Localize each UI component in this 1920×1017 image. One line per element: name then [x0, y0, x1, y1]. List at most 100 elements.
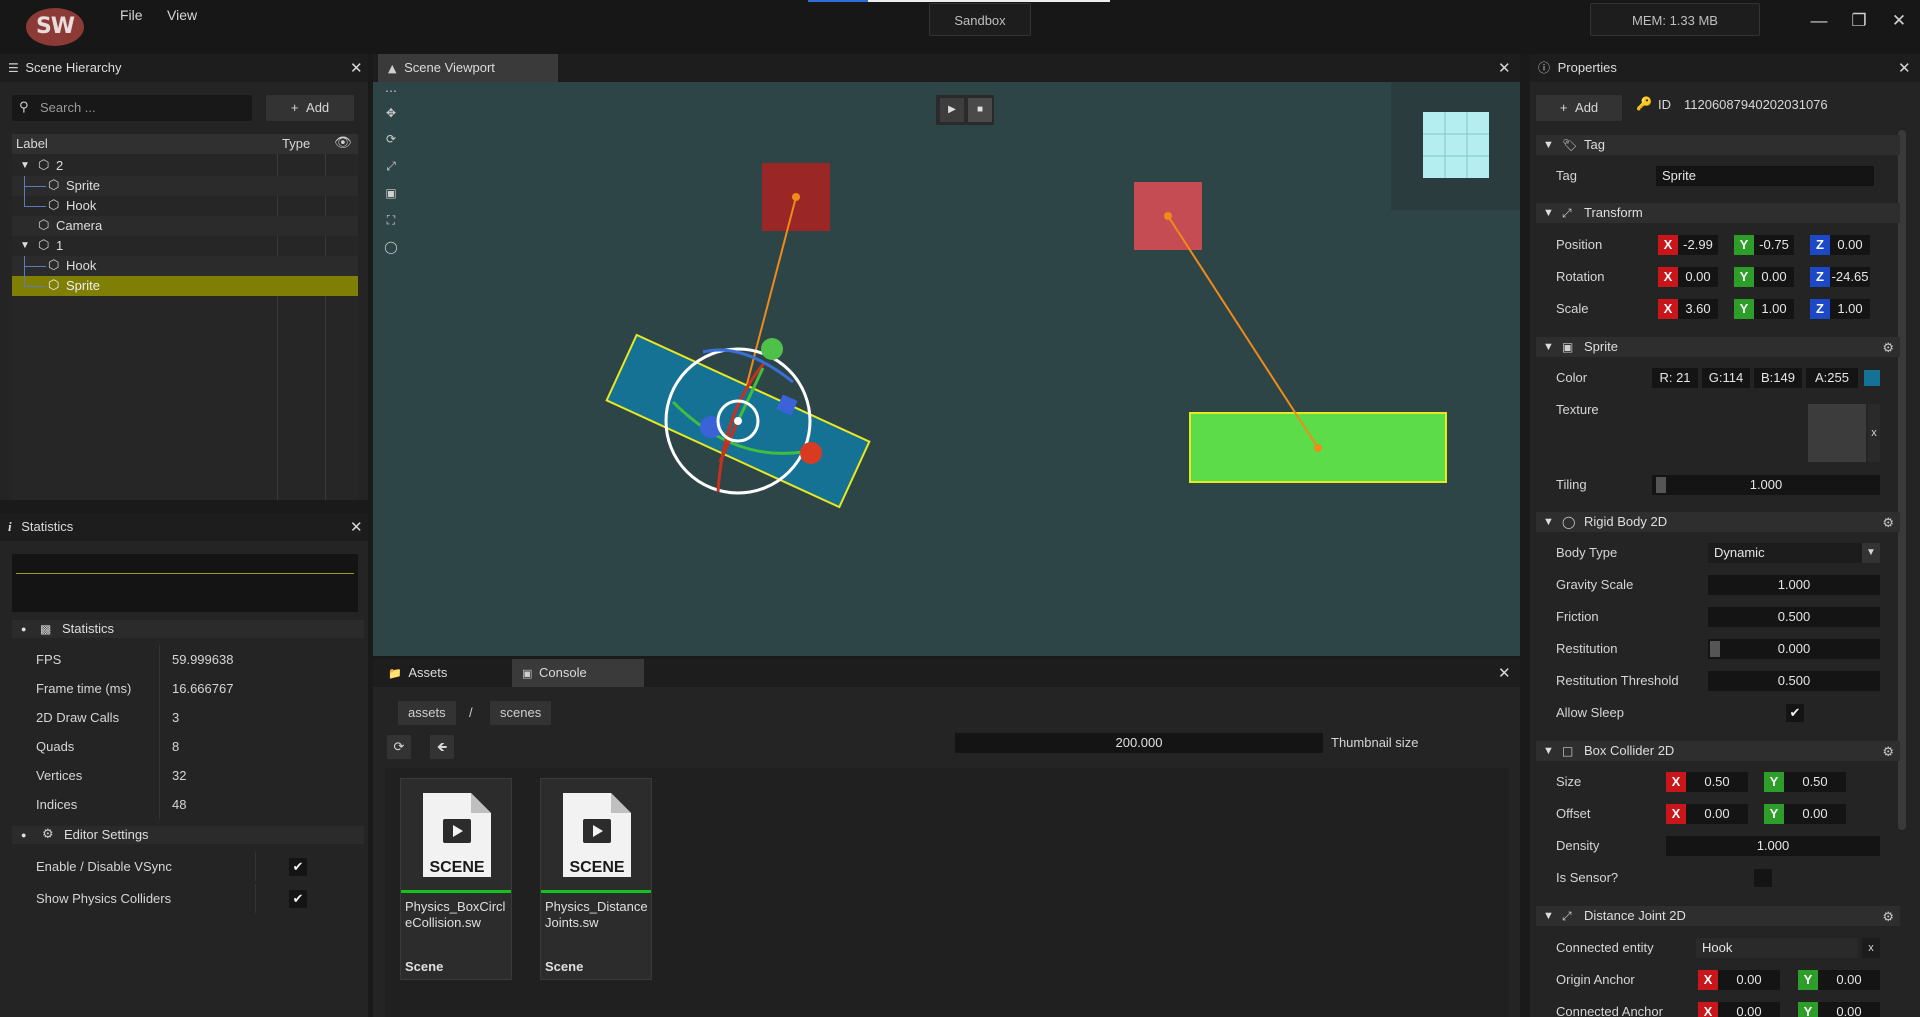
refresh-icon[interactable]: ⟳: [387, 735, 411, 759]
origin-y-button[interactable]: Y: [1798, 970, 1818, 990]
conn-anchor-x-input[interactable]: 0.00: [1718, 1002, 1780, 1017]
conn-anchor-x-button[interactable]: X: [1698, 1002, 1718, 1017]
thumbnail-size-slider[interactable]: 200.000: [955, 733, 1323, 753]
distancejoint-section-header[interactable]: ▼ ⤢ Distance Joint 2D ⚙: [1536, 906, 1900, 926]
translate-tool-icon[interactable]: ✥: [384, 106, 398, 120]
conn-anchor-y-input[interactable]: 0.00: [1818, 1002, 1880, 1017]
color-a-input[interactable]: A:255: [1806, 368, 1858, 388]
visibility-eye-icon[interactable]: 👁: [334, 135, 352, 151]
physics-colliders-checkbox[interactable]: ✔: [289, 890, 307, 908]
position-x-button[interactable]: X: [1658, 235, 1678, 255]
asset-card[interactable]: SCENE Physics_BoxCircleCollision.sw Scen…: [400, 778, 512, 980]
tiling-slider[interactable]: 1.000: [1652, 475, 1880, 495]
density-input[interactable]: 1.000: [1666, 836, 1880, 856]
origin-x-input[interactable]: 0.00: [1718, 970, 1780, 990]
more-options-icon[interactable]: ⋯: [384, 84, 398, 98]
sprite-section-header[interactable]: ▼ ▣ Sprite ⚙: [1536, 337, 1900, 357]
rotation-z-input[interactable]: -24.65: [1830, 267, 1870, 287]
position-x-input[interactable]: -2.99: [1678, 235, 1718, 255]
offset-y-button[interactable]: Y: [1764, 804, 1784, 824]
position-y-input[interactable]: -0.75: [1754, 235, 1794, 255]
restitution-slider-handle[interactable]: [1710, 641, 1720, 657]
vsync-checkbox[interactable]: ✔: [289, 858, 307, 876]
connected-entity-field[interactable]: Hook: [1696, 938, 1858, 958]
tab-assets[interactable]: 📁 Assets: [378, 659, 508, 687]
fit-view-icon[interactable]: ⛶: [384, 213, 398, 227]
origin-y-input[interactable]: 0.00: [1818, 970, 1880, 990]
play-button[interactable]: ▶: [940, 98, 964, 122]
color-b-input[interactable]: B:149: [1754, 368, 1802, 388]
breadcrumb-scenes[interactable]: scenes: [490, 701, 552, 725]
distancejoint-settings-gear-icon[interactable]: ⚙: [1882, 907, 1894, 927]
menu-file[interactable]: File: [120, 7, 143, 23]
collapse-arrow-icon[interactable]: ▼: [1543, 337, 1554, 357]
origin-x-button[interactable]: X: [1698, 970, 1718, 990]
expand-arrow-icon[interactable]: ▼: [20, 156, 30, 176]
asset-card[interactable]: SCENE Physics_DistanceJoints.sw Scene: [540, 778, 652, 980]
dropdown-arrow-icon[interactable]: ▼: [1862, 543, 1880, 563]
boxcollider-settings-gear-icon[interactable]: ⚙: [1882, 742, 1894, 762]
position-z-input[interactable]: 0.00: [1830, 235, 1870, 255]
scale-tool-icon[interactable]: ⤢: [384, 159, 398, 173]
tree-row-entity-1[interactable]: ▼ ⬡ 1: [12, 236, 358, 256]
close-properties-icon[interactable]: ✕: [1898, 59, 1911, 77]
scale-x-input[interactable]: 3.60: [1678, 299, 1718, 319]
menu-view[interactable]: View: [167, 7, 197, 23]
scale-x-button[interactable]: X: [1658, 299, 1678, 319]
color-r-input[interactable]: R: 21: [1652, 368, 1698, 388]
rotation-x-button[interactable]: X: [1658, 267, 1678, 287]
tiling-slider-handle[interactable]: [1656, 477, 1666, 493]
size-y-button[interactable]: Y: [1764, 772, 1784, 792]
rotate-tool-icon[interactable]: ⟳: [384, 132, 398, 146]
maximize-icon[interactable]: ❐: [1848, 10, 1870, 32]
position-z-button[interactable]: Z: [1810, 235, 1830, 255]
sprite-settings-gear-icon[interactable]: ⚙: [1882, 338, 1894, 358]
size-y-input[interactable]: 0.50: [1784, 772, 1846, 792]
tab-scene-viewport[interactable]: ▲ Scene Viewport: [378, 54, 558, 82]
minimize-icon[interactable]: —: [1808, 10, 1830, 32]
collapse-arrow-icon[interactable]: ▼: [1543, 203, 1554, 223]
threshold-input[interactable]: 0.500: [1708, 671, 1880, 691]
close-hierarchy-icon[interactable]: ✕: [350, 59, 363, 77]
rotation-y-button[interactable]: Y: [1734, 267, 1754, 287]
close-icon[interactable]: ✕: [1888, 10, 1910, 32]
rigidbody-settings-gear-icon[interactable]: ⚙: [1882, 513, 1894, 533]
boxcollider-section-header[interactable]: ▼ □ Box Collider 2D ⚙: [1536, 741, 1900, 761]
add-component-button[interactable]: + Add: [1536, 95, 1622, 121]
tree-row-sprite-selected[interactable]: ⬡ Sprite: [12, 276, 358, 296]
tree-row-sprite[interactable]: ⬡ Sprite: [12, 176, 358, 196]
tree-row-hook[interactable]: ⬡ Hook: [12, 196, 358, 216]
tag-section-header[interactable]: ▼ 🏷 Tag: [1536, 135, 1900, 155]
tree-row-entity-2[interactable]: ▼ ⬡ 2: [12, 156, 358, 176]
statistics-section-header[interactable]: ● ▩ Statistics: [12, 620, 364, 638]
transform-section-header[interactable]: ▼ ⤢ Transform: [1536, 203, 1900, 223]
collapse-arrow-icon[interactable]: ▼: [1543, 741, 1554, 761]
hierarchy-search-input[interactable]: Search ...: [12, 95, 252, 121]
tree-row-hook[interactable]: ⬡ Hook: [12, 256, 358, 276]
rotation-z-button[interactable]: Z: [1810, 267, 1830, 287]
scene-viewport-canvas[interactable]: [373, 82, 1520, 656]
collapse-arrow-icon[interactable]: ▼: [1543, 906, 1554, 926]
scale-y-button[interactable]: Y: [1734, 299, 1754, 319]
sensor-checkbox[interactable]: [1754, 869, 1772, 887]
offset-y-input[interactable]: 0.00: [1784, 804, 1846, 824]
rotation-y-input[interactable]: 0.00: [1754, 267, 1794, 287]
stop-button[interactable]: ■: [968, 98, 992, 122]
editor-settings-section-header[interactable]: ● ⚙ Editor Settings: [12, 826, 364, 844]
expand-arrow-icon[interactable]: ▼: [20, 236, 30, 256]
connected-entity-clear-button[interactable]: x: [1862, 938, 1880, 958]
friction-slider[interactable]: 0.500: [1708, 607, 1880, 627]
physics-toggle-icon[interactable]: ◯: [384, 240, 398, 254]
tab-console[interactable]: ▣ Console: [512, 659, 644, 687]
breadcrumb-assets[interactable]: assets: [398, 701, 456, 725]
rotation-x-input[interactable]: 0.00: [1678, 267, 1718, 287]
size-x-input[interactable]: 0.50: [1686, 772, 1748, 792]
position-y-button[interactable]: Y: [1734, 235, 1754, 255]
collapse-arrow-icon[interactable]: ▼: [1543, 512, 1554, 532]
hierarchy-add-button[interactable]: + Add: [266, 95, 354, 121]
close-bottom-panel-icon[interactable]: ✕: [1498, 664, 1511, 682]
allow-sleep-checkbox[interactable]: ✔: [1786, 704, 1804, 722]
project-name-button[interactable]: Sandbox: [929, 3, 1031, 36]
size-x-button[interactable]: X: [1666, 772, 1686, 792]
tree-row-camera[interactable]: ⬡ Camera: [12, 216, 358, 236]
